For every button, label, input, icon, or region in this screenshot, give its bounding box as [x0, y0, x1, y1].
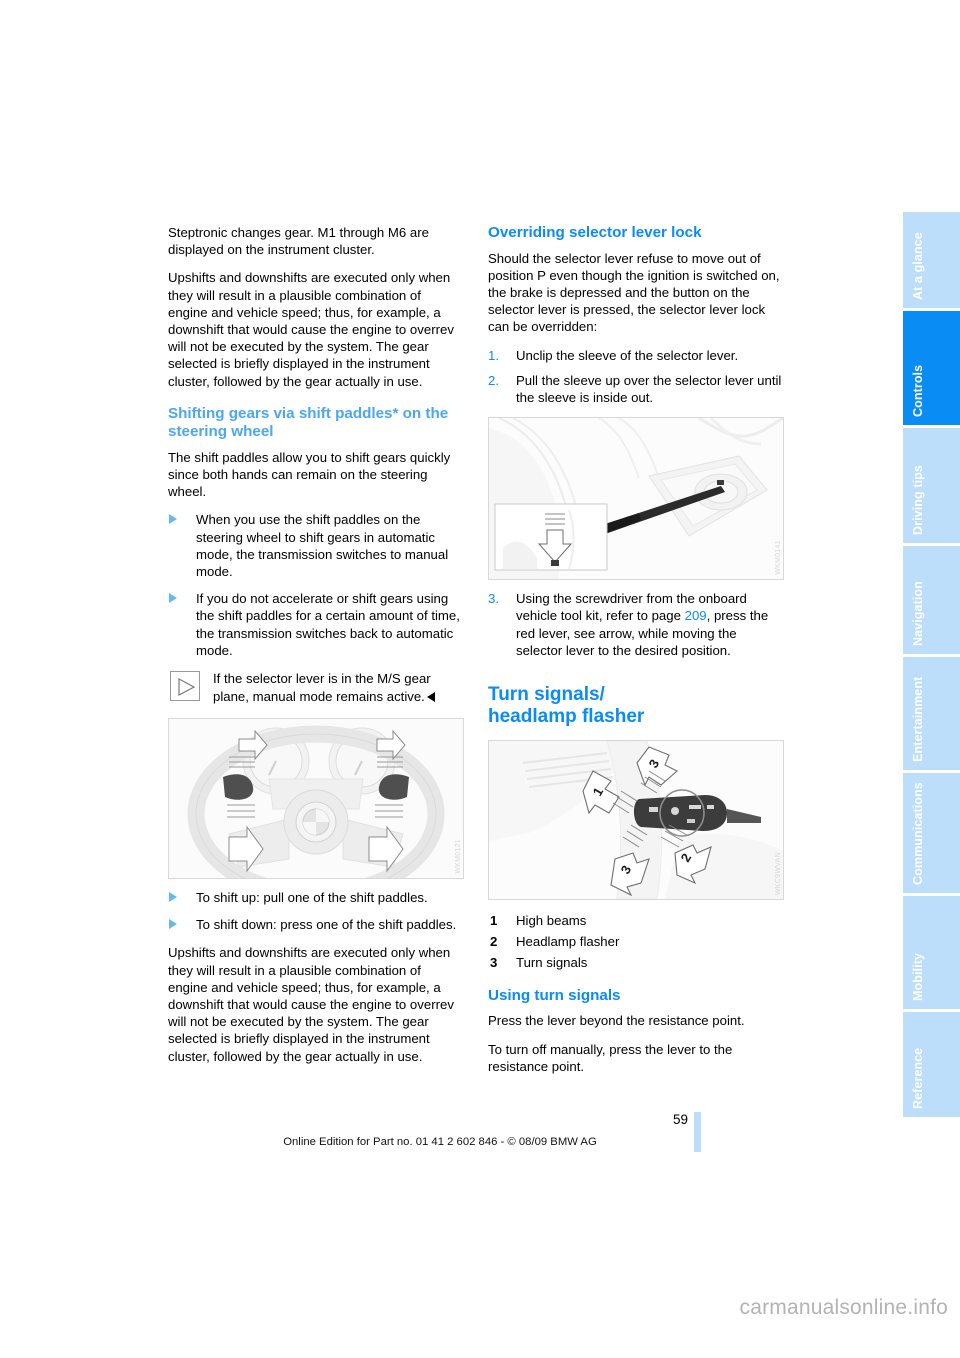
- heading-shifting-gears-paddles: Shifting gears via shift paddles* on the…: [168, 404, 449, 441]
- note-box-manual-mode: If the selector lever is in the M/S gear…: [168, 670, 464, 706]
- side-tab-navigation[interactable]: Navigation: [903, 546, 960, 655]
- bullet-list-paddle-modes: When you use the shift paddles on the st…: [168, 511, 464, 659]
- side-tab-label: Navigation: [910, 581, 925, 647]
- step-number: 3.: [488, 591, 499, 607]
- side-tab-label: Controls: [910, 365, 925, 418]
- bullet-item: When you use the shift paddles on the st…: [168, 511, 464, 580]
- legend-item-2: 2 Headlamp flasher: [488, 931, 784, 952]
- side-tab-driving-tips[interactable]: Driving tips: [903, 428, 960, 544]
- paragraph-press-lever: Press the lever beyond the resistance po…: [488, 1013, 745, 1029]
- heading-overriding-selector-lever-lock: Overriding selector lever lock: [488, 224, 702, 241]
- legend-item-1: 1 High beams: [488, 910, 784, 931]
- side-navigation-tabs: At a glance Controls Driving tips Naviga…: [903, 212, 960, 1120]
- list-item-step-3: 3. Using the screwdriver from the onboar…: [488, 590, 784, 659]
- bullet-text: If you do not accelerate or shift gears …: [196, 591, 460, 658]
- figure-reference-code: WKM0121: [455, 839, 462, 875]
- note-triangle-icon: [170, 671, 200, 702]
- step-text: Using the screwdriver from the onboard v…: [516, 591, 768, 658]
- side-tab-communications[interactable]: Communications: [903, 773, 960, 893]
- triangle-bullet-icon: [169, 892, 177, 903]
- note-end-marker-icon: [426, 692, 435, 703]
- paragraph-steptronic: Steptronic changes gear. M1 through M6 a…: [168, 225, 429, 258]
- step-text: Unclip the sleeve of the selector lever.: [516, 347, 739, 363]
- legend-number: 3: [490, 954, 498, 970]
- bullet-list-shift-directions: To shift up: pull one of the shift paddl…: [168, 889, 464, 933]
- legend-label: Headlamp flasher: [516, 933, 620, 949]
- page-reference-link[interactable]: 209: [685, 608, 707, 623]
- side-tab-label: At a glance: [910, 231, 925, 300]
- paragraph-upshifts-downshifts-repeat: Upshifts and downshifts are executed onl…: [168, 945, 454, 1064]
- side-tab-at-a-glance[interactable]: At a glance: [903, 212, 960, 308]
- paragraph-upshifts-downshifts: Upshifts and downshifts are executed onl…: [168, 270, 454, 389]
- side-tab-label: Mobility: [910, 952, 925, 1001]
- bullet-text: To shift down: press one of the shift pa…: [196, 917, 457, 933]
- figure-steering-wheel-paddles: WKM0121: [168, 718, 464, 880]
- side-tab-mobility[interactable]: Mobility: [903, 895, 960, 1009]
- figure-reference-code: WKC9WVAN: [775, 851, 782, 895]
- site-watermark: carmanualsonline.info: [739, 1296, 948, 1319]
- side-tab-label: Driving tips: [910, 465, 925, 536]
- bullet-text: When you use the shift paddles on the st…: [196, 512, 449, 580]
- side-tab-reference[interactable]: Reference: [903, 1011, 960, 1118]
- page-number: 59: [672, 1112, 688, 1127]
- legend-item-3: 3 Turn signals: [488, 952, 784, 973]
- side-tab-controls[interactable]: Controls: [903, 310, 960, 426]
- side-tab-entertainment[interactable]: Entertainment: [903, 657, 960, 771]
- legend-label: Turn signals: [516, 954, 588, 970]
- legend-label: High beams: [516, 912, 587, 928]
- triangle-bullet-icon: [169, 593, 177, 604]
- step-number: 1.: [488, 347, 499, 363]
- figure-reference-code: WKM0141: [775, 540, 782, 576]
- bullet-text: To shift up: pull one of the shift paddl…: [196, 890, 428, 906]
- paragraph-shift-paddles-intro: The shift paddles allow you to shift gea…: [168, 449, 451, 500]
- list-item-step-1: 1. Unclip the sleeve of the selector lev…: [488, 347, 784, 364]
- step-text: Pull the sleeve up over the selector lev…: [516, 372, 782, 405]
- left-column: Steptronic changes gear. M1 through M6 a…: [168, 224, 464, 1076]
- side-tab-label: Reference: [910, 1047, 925, 1110]
- bullet-item: If you do not accelerate or shift gears …: [168, 590, 464, 659]
- manual-page: At a glance Controls Driving tips Naviga…: [0, 0, 960, 1358]
- numbered-list-step-3: 3. Using the screwdriver from the onboar…: [488, 590, 784, 659]
- bullet-item: To shift up: pull one of the shift paddl…: [168, 889, 464, 906]
- legend-turn-signal-controls: 1 High beams 2 Headlamp flasher 3 Turn s…: [488, 910, 784, 973]
- heading-using-turn-signals: Using turn signals: [488, 986, 621, 1004]
- numbered-list-steps-1-2: 1. Unclip the sleeve of the selector lev…: [488, 347, 784, 407]
- paragraph-selector-lever-lock: Should the selector lever refuse to move…: [488, 250, 780, 335]
- triangle-bullet-icon: [169, 919, 177, 930]
- heading-turn-signals-headlamp-flasher: Turn signals/ headlamp flasher: [488, 683, 645, 727]
- list-item-step-2: 2. Pull the sleeve up over the selector …: [488, 372, 784, 406]
- right-column: Overriding selector lever lock Should th…: [488, 224, 784, 1086]
- triangle-bullet-icon: [169, 514, 177, 525]
- note-text: If the selector lever is in the M/S gear…: [213, 671, 435, 704]
- side-tab-label: Entertainment: [910, 676, 925, 763]
- figure-selector-lever-override: WKM0141: [488, 417, 784, 581]
- side-tab-label: Communications: [910, 782, 925, 885]
- legend-number: 2: [490, 933, 498, 949]
- figure-turn-signal-stalk: 1 2 3 3 WKC9WVAN: [488, 739, 784, 900]
- note-body: If the selector lever is in the M/S gear…: [213, 671, 431, 705]
- bullet-item: To shift down: press one of the shift pa…: [168, 916, 464, 933]
- footer-edition-line: Online Edition for Part no. 01 41 2 602 …: [283, 1136, 597, 1148]
- legend-number: 1: [490, 912, 498, 928]
- paragraph-turn-off-manually: To turn off manually, press the lever to…: [488, 1041, 733, 1074]
- step-number: 2.: [488, 372, 499, 388]
